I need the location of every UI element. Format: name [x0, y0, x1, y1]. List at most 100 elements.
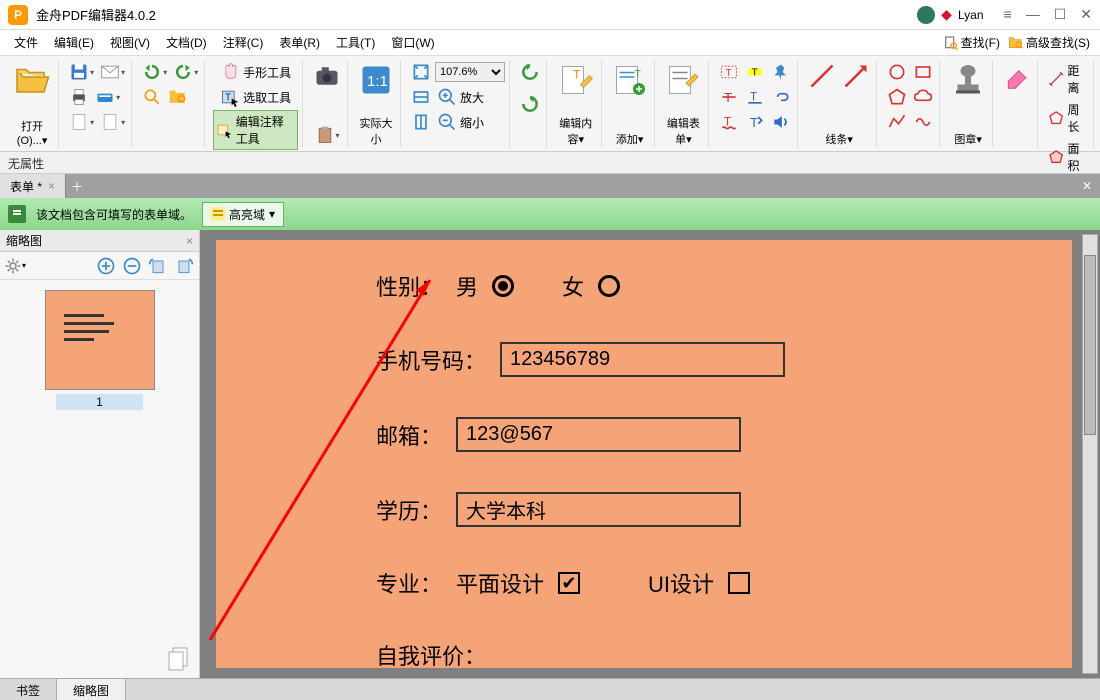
side-zoom-out[interactable]: [121, 255, 143, 277]
find-in-doc[interactable]: [140, 85, 164, 109]
redo-button[interactable]: ▾: [171, 60, 200, 84]
phone-field[interactable]: [500, 342, 785, 377]
side-close-icon[interactable]: ×: [186, 234, 193, 248]
checkbox-major1[interactable]: ✔: [558, 572, 580, 594]
distance-tool[interactable]: 距离: [1046, 60, 1089, 98]
edit-content-icon: T: [558, 62, 594, 98]
side-rotate-cw[interactable]: [173, 255, 195, 277]
polyline-shape[interactable]: [885, 110, 909, 134]
rotate-ccw[interactable]: [518, 60, 542, 84]
vertical-scrollbar[interactable]: [1082, 234, 1098, 674]
add-button[interactable]: T: [610, 60, 650, 100]
menu-edit[interactable]: 编辑(E): [46, 31, 102, 54]
area-tool[interactable]: 面积: [1046, 138, 1089, 176]
svg-text:T: T: [752, 67, 758, 78]
menu-view[interactable]: 视图(V): [102, 31, 158, 54]
stamp-button[interactable]: [948, 60, 988, 100]
checkbox-major2[interactable]: [728, 572, 750, 594]
rect-shape[interactable]: [911, 60, 935, 84]
zoom-out[interactable]: 缩小: [435, 110, 486, 134]
snapshot-button[interactable]: [311, 60, 343, 92]
rotate-cw[interactable]: [518, 92, 542, 116]
pushpin-icon: [771, 62, 791, 82]
new2-button[interactable]: ▾: [98, 110, 127, 134]
caret[interactable]: T: [743, 110, 767, 134]
menu-icon[interactable]: ≡: [1004, 6, 1012, 23]
hand-tool[interactable]: 手形工具: [213, 60, 298, 84]
new-button[interactable]: ▾: [67, 110, 96, 134]
link-annot[interactable]: [769, 85, 793, 109]
perimeter-tool[interactable]: 周长: [1046, 99, 1089, 137]
scan-button[interactable]: ▾: [93, 85, 122, 109]
attach-annot[interactable]: [769, 60, 793, 84]
fit-page[interactable]: [409, 60, 433, 84]
select-tool[interactable]: T选取工具: [213, 85, 298, 109]
link-icon: [771, 87, 791, 107]
edit-form-button[interactable]: [663, 60, 703, 100]
highlight-annot[interactable]: T: [743, 60, 767, 84]
strikeout[interactable]: T: [717, 85, 741, 109]
polygon-shape[interactable]: [885, 85, 909, 109]
menu-annot[interactable]: 注释(C): [215, 31, 272, 54]
bottom-tab-bookmark[interactable]: 书签: [0, 679, 57, 700]
minimize-button[interactable]: —: [1026, 6, 1040, 23]
open-button[interactable]: [12, 60, 52, 100]
cloud-shape[interactable]: [911, 85, 935, 109]
find-button[interactable]: 查找(F): [939, 32, 1004, 53]
zoom-in[interactable]: 放大: [435, 85, 486, 109]
highlight-fields-button[interactable]: 高亮域 ▾: [202, 202, 284, 227]
print-button[interactable]: [67, 85, 91, 109]
side-rotate-ccw[interactable]: [147, 255, 169, 277]
fit-width[interactable]: [409, 85, 433, 109]
menu-form[interactable]: 表单(R): [271, 31, 328, 54]
radio-female[interactable]: [598, 275, 620, 297]
freeform-shape[interactable]: [911, 110, 935, 134]
tabs-close-all[interactable]: ✕: [1074, 174, 1100, 198]
mail-button[interactable]: ▾: [98, 60, 127, 84]
avatar[interactable]: [917, 6, 935, 24]
edit-annot-tool[interactable]: 编辑注释工具: [213, 110, 298, 150]
side-zoom-in[interactable]: [95, 255, 117, 277]
bottom-tab-thumbs[interactable]: 缩略图: [57, 679, 126, 700]
clipboard-button[interactable]: ▾: [313, 123, 342, 147]
sound-annot[interactable]: [769, 110, 793, 134]
edu-field[interactable]: [456, 492, 741, 527]
zoom-select[interactable]: 107.6%: [435, 62, 505, 82]
fit-height[interactable]: [409, 110, 433, 134]
adv-find-button[interactable]: 高级查找(S): [1004, 32, 1094, 53]
eraser-icon: [1003, 62, 1031, 90]
eraser-button[interactable]: [1001, 60, 1033, 92]
tab-add-button[interactable]: ＋: [66, 174, 88, 198]
arrow-tool[interactable]: [840, 60, 872, 92]
underline[interactable]: T: [743, 85, 767, 109]
document-view[interactable]: 性别： 男 女 手机号码： 邮箱： 学历： 专业： 平面设计: [200, 230, 1100, 678]
doc-tab[interactable]: 表单 * ×: [0, 174, 66, 198]
folder-find[interactable]: [166, 85, 190, 109]
squiggly[interactable]: T: [717, 110, 741, 134]
edit-content-button[interactable]: T: [556, 60, 596, 100]
scanner-icon: [95, 87, 115, 107]
rotate-cw-icon: [520, 94, 540, 114]
line-tool[interactable]: [806, 60, 838, 92]
tab-close-icon[interactable]: ×: [48, 179, 55, 193]
menu-window[interactable]: 窗口(W): [383, 31, 442, 54]
page-thumbnail[interactable]: [45, 290, 155, 390]
svg-text:T: T: [634, 68, 641, 80]
close-button[interactable]: ✕: [1080, 6, 1092, 23]
undo-button[interactable]: ▾: [140, 60, 169, 84]
radio-male[interactable]: [492, 275, 514, 297]
menu-doc[interactable]: 文档(D): [158, 31, 215, 54]
actual-size-button[interactable]: 1:1: [356, 60, 396, 100]
blank-page-icon: [69, 112, 89, 132]
save-button[interactable]: ▾: [67, 60, 96, 84]
plus-circle-icon: [96, 256, 116, 276]
side-gear[interactable]: ▾: [4, 255, 26, 277]
text-annot[interactable]: T: [717, 60, 741, 84]
menu-file[interactable]: 文件: [6, 31, 46, 54]
fit-width-icon: [411, 87, 431, 107]
menu-tool[interactable]: 工具(T): [328, 31, 383, 54]
maximize-button[interactable]: ☐: [1054, 6, 1067, 23]
scrollbar-thumb[interactable]: [1084, 255, 1096, 435]
circle-shape[interactable]: [885, 60, 909, 84]
email-field[interactable]: [456, 417, 741, 452]
